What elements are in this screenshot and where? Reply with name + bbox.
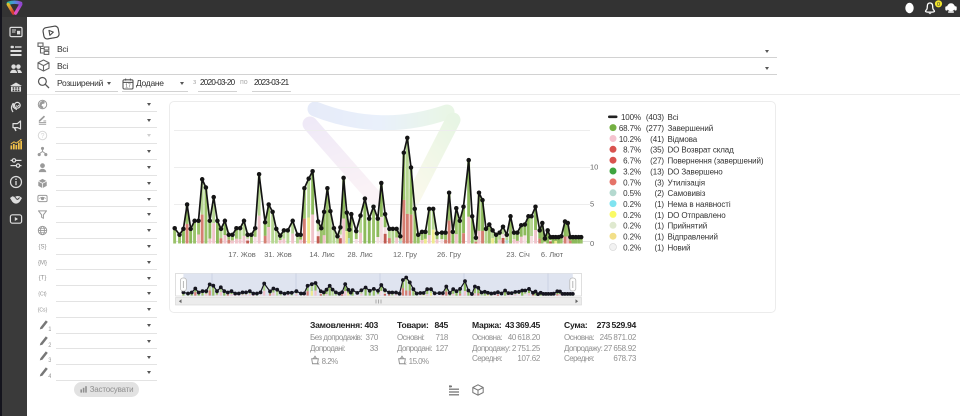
svg-text:(13): (13): [650, 168, 664, 177]
svg-text:(1): (1): [655, 243, 665, 252]
svg-text:Самовивіз: Самовивіз: [668, 189, 706, 198]
svg-text:(1): (1): [655, 233, 665, 242]
svg-text:Відмова: Відмова: [668, 135, 698, 144]
svg-text:{Ct}: {Ct}: [38, 292, 47, 298]
svg-text:0.5%: 0.5%: [623, 189, 641, 198]
svg-text:Прийнятий: Прийнятий: [668, 222, 708, 231]
svg-text:68.7%: 68.7%: [619, 124, 641, 133]
svg-text:17: 17: [125, 83, 131, 89]
svg-text:4: 4: [48, 374, 51, 378]
svg-text:(403): (403): [646, 113, 665, 122]
svg-text:1: 1: [48, 327, 51, 331]
svg-text:?: ?: [41, 133, 45, 140]
svg-text:5: 5: [590, 200, 594, 209]
svg-text:{Cs}: {Cs}: [38, 308, 48, 314]
svg-text:26. Гру: 26. Гру: [437, 250, 461, 259]
svg-text:28. Лис: 28. Лис: [347, 250, 373, 259]
svg-text:Повернення (завершений): Повернення (завершений): [668, 157, 764, 166]
svg-text:0: 0: [937, 2, 940, 8]
svg-text:0.7%: 0.7%: [623, 178, 641, 187]
svg-text:6.7%: 6.7%: [623, 157, 641, 166]
svg-text:14. Лис: 14. Лис: [309, 250, 335, 259]
svg-text:0: 0: [590, 239, 594, 248]
svg-text:23. Січ: 23. Січ: [506, 250, 530, 259]
svg-text:0.2%: 0.2%: [623, 200, 641, 209]
svg-text:Всі: Всі: [668, 113, 679, 122]
svg-text:3: 3: [48, 358, 51, 362]
svg-text:{M}: {M}: [38, 260, 47, 266]
svg-text:0.2%: 0.2%: [623, 233, 641, 242]
svg-text:(35): (35): [650, 146, 664, 155]
svg-text:{S}: {S}: [39, 244, 47, 250]
svg-text:x: x: [405, 361, 408, 365]
svg-text:10: 10: [590, 163, 598, 172]
svg-text:(1): (1): [655, 222, 665, 231]
svg-text:6. Лют: 6. Лют: [541, 250, 564, 259]
svg-text:(277): (277): [646, 124, 665, 133]
svg-text:(41): (41): [650, 135, 664, 144]
svg-text:8.7%: 8.7%: [623, 146, 641, 155]
svg-text:Утилізація: Утилізація: [668, 178, 705, 187]
svg-text:3.2%: 3.2%: [623, 168, 641, 177]
svg-text:0.2%: 0.2%: [623, 243, 641, 252]
svg-text:31. Жов: 31. Жов: [264, 250, 292, 259]
svg-text:0.2%: 0.2%: [623, 222, 641, 231]
svg-text:DO Завершено: DO Завершено: [668, 168, 724, 177]
svg-text:0.2%: 0.2%: [623, 211, 641, 220]
svg-text:Відправлений: Відправлений: [668, 233, 718, 242]
svg-text:{T}: {T}: [39, 276, 47, 282]
svg-text:12. Гру: 12. Гру: [393, 250, 417, 259]
svg-text:(27): (27): [650, 157, 664, 166]
svg-text:17. Жов: 17. Жов: [228, 250, 256, 259]
svg-text:x: x: [318, 361, 321, 365]
svg-text:Нема в наявності: Нема в наявності: [668, 200, 731, 209]
svg-text:(1): (1): [655, 211, 665, 220]
svg-text:(1): (1): [655, 200, 665, 209]
svg-text:DO Возврат склад: DO Возврат склад: [668, 146, 735, 155]
svg-text:Новий: Новий: [668, 243, 691, 252]
svg-text:100%: 100%: [621, 113, 641, 122]
svg-text:2: 2: [48, 342, 51, 346]
svg-text:(3): (3): [655, 178, 665, 187]
svg-text:10.2%: 10.2%: [619, 135, 641, 144]
svg-text:Завершений: Завершений: [668, 124, 714, 133]
svg-text:(2): (2): [655, 189, 665, 198]
svg-text:DO Отправлено: DO Отправлено: [668, 211, 727, 220]
